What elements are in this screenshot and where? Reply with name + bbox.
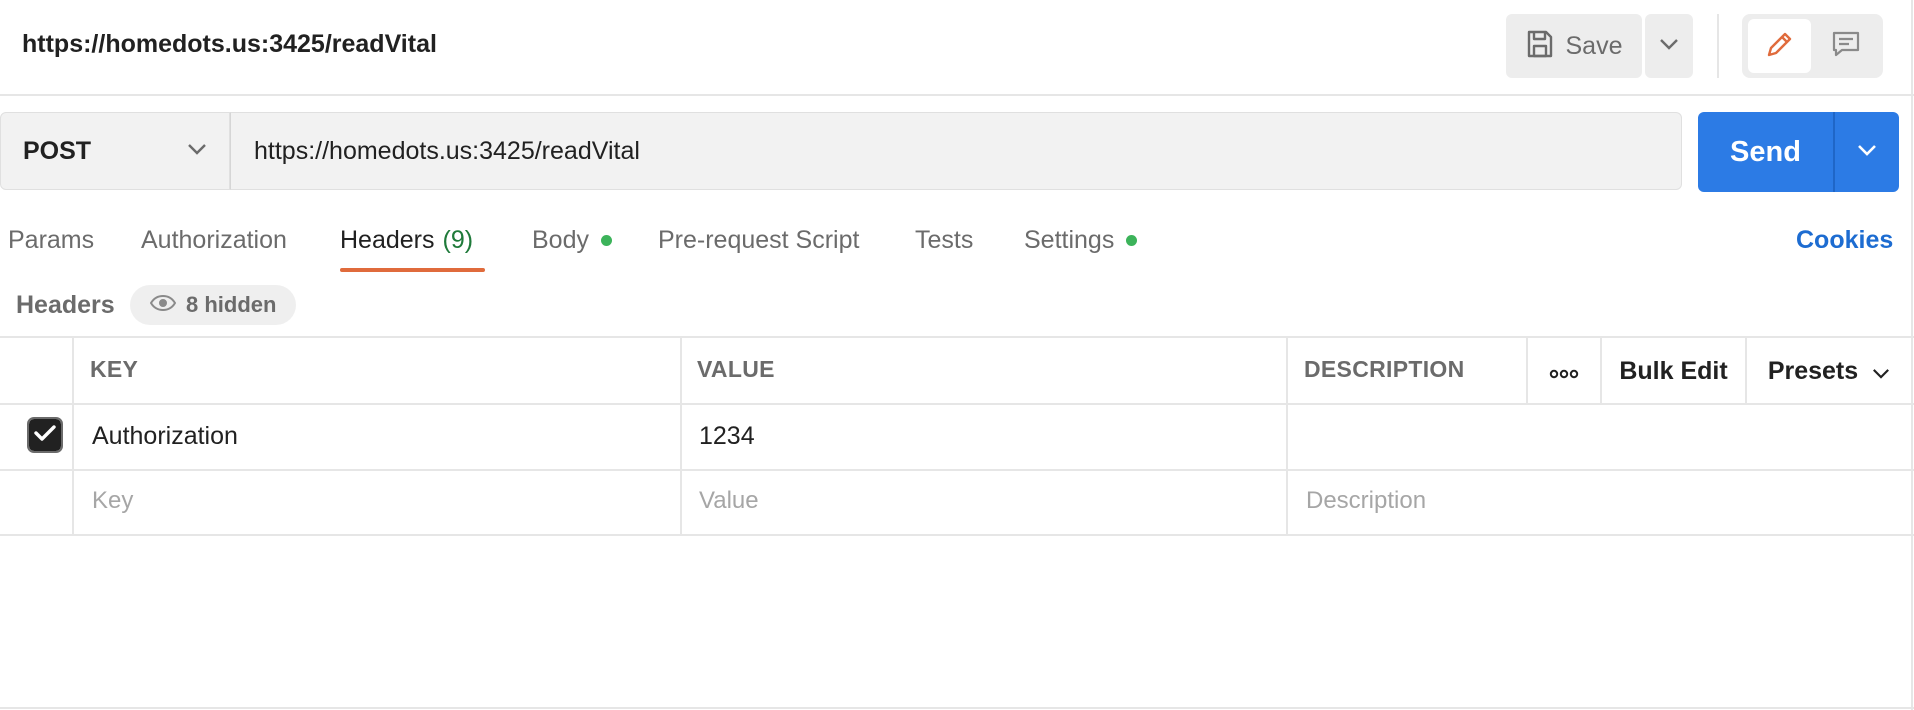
- column-header-description: DESCRIPTION: [1304, 356, 1465, 382]
- method-value: POST: [23, 136, 92, 165]
- presets-label: Presets: [1767, 356, 1859, 385]
- new-description-input[interactable]: Description: [1306, 487, 1426, 515]
- tab-label: Headers: [340, 226, 435, 254]
- tab-authorization[interactable]: Authorization: [141, 226, 287, 255]
- column-header-key: KEY: [90, 356, 139, 382]
- row-enabled-checkbox[interactable]: [27, 417, 63, 453]
- tab-label: Pre-request Script: [658, 226, 860, 254]
- bulk-edit-button[interactable]: Bulk Edit: [1602, 340, 1745, 402]
- topbar-divider: [0, 94, 1914, 96]
- url-value: https://homedots.us:3425/readVital: [254, 136, 640, 165]
- more-options-button[interactable]: [1528, 340, 1600, 402]
- column-header-value: VALUE: [697, 356, 775, 382]
- header-key-cell[interactable]: Authorization: [92, 422, 238, 451]
- tab-label: Tests: [915, 226, 974, 254]
- tab-body[interactable]: Body: [532, 226, 612, 255]
- tab-tests[interactable]: Tests: [915, 226, 973, 255]
- comments-mode-button[interactable]: [1814, 19, 1877, 73]
- tab-pre-request-script[interactable]: Pre-request Script: [658, 226, 859, 255]
- presets-dropdown[interactable]: Presets: [1747, 340, 1911, 402]
- chevron-down-icon: [187, 142, 207, 160]
- header-value-cell[interactable]: 1234: [699, 422, 755, 451]
- pencil-icon: [1765, 29, 1795, 64]
- column-divider: [72, 336, 74, 536]
- new-key-input[interactable]: Key: [92, 487, 133, 515]
- save-label: Save: [1565, 31, 1623, 60]
- send-options-dropdown[interactable]: [1835, 112, 1899, 192]
- header-description-cell[interactable]: [1307, 422, 1907, 452]
- status-dot: [1126, 235, 1138, 246]
- tab-params[interactable]: Params: [8, 226, 94, 255]
- chevron-down-icon: [1857, 143, 1877, 161]
- table-top-border: [0, 336, 1914, 338]
- headers-section-label: Headers: [16, 291, 115, 319]
- panel-right-border: [1911, 0, 1913, 710]
- chevron-down-icon: [1659, 37, 1679, 55]
- edit-mode-button[interactable]: [1748, 19, 1811, 73]
- tab-label: Settings: [1024, 226, 1115, 254]
- headers-count: (9): [442, 226, 474, 254]
- hidden-headers-toggle[interactable]: 8 hidden: [130, 285, 297, 325]
- request-title: https://homedots.us:3425/readVital: [22, 30, 437, 58]
- comment-icon: [1831, 29, 1861, 64]
- save-button[interactable]: Save: [1506, 14, 1642, 78]
- url-input[interactable]: https://homedots.us:3425/readVital: [230, 112, 1682, 190]
- panel-bottom-border: [0, 707, 1914, 709]
- toolbar-divider: [1717, 14, 1719, 78]
- checkmark-icon: [34, 424, 56, 447]
- send-label: Send: [1730, 135, 1801, 168]
- tab-settings[interactable]: Settings: [1024, 226, 1138, 255]
- new-value-input[interactable]: Value: [699, 487, 759, 515]
- status-dot: [600, 235, 612, 246]
- cookies-link[interactable]: Cookies: [1796, 226, 1893, 255]
- active-tab-indicator: [340, 268, 485, 272]
- tab-label: Params: [8, 226, 95, 254]
- tab-headers[interactable]: Headers (9): [340, 226, 473, 255]
- table-header-border: [0, 403, 1914, 405]
- send-button[interactable]: Send: [1698, 112, 1833, 192]
- more-icon: [1549, 357, 1579, 386]
- hidden-count: 8 hidden: [186, 292, 277, 317]
- tab-label: Authorization: [141, 226, 287, 254]
- column-divider: [1286, 336, 1288, 536]
- table-row-border: [0, 469, 1914, 471]
- bulk-edit-label: Bulk Edit: [1619, 356, 1728, 385]
- save-options-dropdown[interactable]: [1645, 14, 1693, 78]
- tab-label: Body: [532, 226, 589, 254]
- column-divider: [680, 336, 682, 536]
- chevron-down-icon: [1872, 357, 1890, 386]
- save-icon: [1526, 29, 1554, 64]
- method-select[interactable]: POST: [0, 112, 230, 190]
- eye-icon: [149, 294, 177, 316]
- table-bottom-border: [0, 534, 1914, 536]
